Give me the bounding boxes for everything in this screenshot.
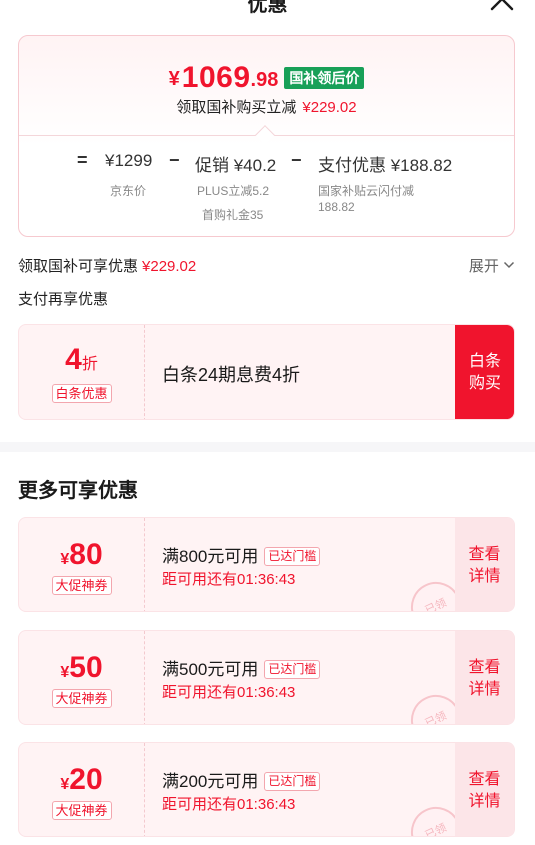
subsidy-summary: 领取国补可享优惠 ¥229.02 <box>18 255 196 276</box>
coupon-card: ¥50 大促神券 满500元可用 已达门槛 距可用还有01:36:43 已领 查看… <box>18 630 515 725</box>
coupon-currency: ¥ <box>60 551 70 568</box>
minus-sign: − <box>169 150 180 170</box>
coupon-currency: ¥ <box>60 664 70 681</box>
section-divider <box>0 442 535 452</box>
gov-subsidy-badge: 国补领后价 <box>284 67 365 89</box>
final-price-currency: ¥ <box>168 68 180 90</box>
coupon-value: ¥50 大促神券 <box>19 631 145 724</box>
promo-first-gift: 首购礼金35 <box>202 208 264 222</box>
final-price-decimal: .98 <box>250 69 279 91</box>
baitiao-discount-unit: 折 <box>81 356 98 373</box>
promo-plus-reduction: PLUS立减5.2 <box>197 184 270 198</box>
final-price: ¥ 1069 .98 国补领后价 <box>19 58 514 94</box>
coupon-condition: 满800元可用 已达门槛 <box>162 542 321 567</box>
jd-price-label: 京东价 <box>110 184 147 198</box>
coupon-tag: 大促神券 <box>51 689 112 708</box>
coupon-countdown: 距可用还有01:36:43 <box>162 571 296 588</box>
claim-row: 领取国补购买立减 ¥229.02 <box>19 96 514 117</box>
coupon-condition: 满200元可用 已达门槛 <box>162 767 321 792</box>
subsidy-summary-amount: ¥229.02 <box>142 258 197 275</box>
coupon-amount: 50 <box>69 651 103 684</box>
final-price-integer: 1069 <box>181 61 251 94</box>
coupon-card: ¥80 大促神券 满800元可用 已达门槛 距可用还有01:36:43 已领 查看… <box>18 517 515 612</box>
detail-label-1: 查看 <box>468 546 501 563</box>
baitiao-buy-button[interactable]: 白条 购买 <box>455 325 514 419</box>
price-card: ¥ 1069 .98 国补领后价 领取国补购买立减 ¥229.02 = ¥1299… <box>18 35 515 237</box>
baitiao-buy-label-2: 购买 <box>468 375 501 392</box>
threshold-reached-badge: 已达门槛 <box>264 772 321 791</box>
subsidy-summary-label: 领取国补可享优惠 <box>18 258 139 275</box>
pay-discount-amount: 188.82 <box>318 200 355 214</box>
coupon-value: ¥20 大促神券 <box>19 743 145 836</box>
detail-label-2: 详情 <box>468 793 501 810</box>
coupon-amount: 80 <box>69 538 103 571</box>
baitiao-tag: 白条优惠 <box>51 384 112 403</box>
header: 优惠 <box>0 0 535 22</box>
expand-label: 展开 <box>468 258 499 275</box>
pay-section-title: 支付再享优惠 <box>18 291 109 308</box>
equals-sign: = <box>77 150 88 170</box>
minus-sign: − <box>291 150 302 170</box>
coupon-tag: 大促神券 <box>51 576 112 595</box>
promo-value: 促销 ¥40.2 <box>195 156 277 175</box>
pay-discount-value: 支付优惠 ¥188.82 <box>318 156 453 175</box>
threshold-reached-badge: 已达门槛 <box>264 660 321 679</box>
threshold-reached-badge: 已达门槛 <box>264 547 321 566</box>
detail-label-1: 查看 <box>468 659 501 676</box>
coupon-countdown: 距可用还有01:36:43 <box>162 684 296 701</box>
baitiao-discount-number: 4 <box>65 343 82 376</box>
price-breakdown: = ¥1299 京东价 − 促销 ¥40.2 PLUS立减5.2 首购礼金35 … <box>19 150 514 230</box>
claim-amount: ¥229.02 <box>302 99 357 116</box>
more-offers-title: 更多可享优惠 <box>18 480 138 502</box>
detail-label-2: 详情 <box>468 681 501 698</box>
coupon-value: ¥80 大促神券 <box>19 518 145 611</box>
claim-label: 领取国补购买立减 <box>176 99 297 116</box>
close-icon[interactable] <box>489 0 515 16</box>
detail-label-2: 详情 <box>468 568 501 585</box>
baitiao-discount: 4折 白条优惠 <box>19 325 145 419</box>
coupon-detail-button[interactable]: 查看 详情 <box>455 743 514 836</box>
coupon-detail-button[interactable]: 查看 详情 <box>455 631 514 724</box>
coupon-detail-button[interactable]: 查看 详情 <box>455 518 514 611</box>
coupon-tag: 大促神券 <box>51 801 112 820</box>
baitiao-offer-text: 白条24期息费4折 <box>162 365 301 385</box>
coupon-card: ¥20 大促神券 满200元可用 已达门槛 距可用还有01:36:43 已领 查看… <box>18 742 515 837</box>
pointer-notch <box>255 125 275 145</box>
page-title: 优惠 <box>247 0 288 16</box>
baitiao-buy-label-1: 白条 <box>468 353 501 370</box>
jd-price: ¥1299 <box>105 151 153 170</box>
coupon-condition-text: 满500元可用 <box>162 660 259 679</box>
coupon-condition-text: 满200元可用 <box>162 772 259 791</box>
detail-label-1: 查看 <box>468 771 501 788</box>
coupon-amount: 20 <box>69 763 103 796</box>
coupon-condition-text: 满800元可用 <box>162 547 259 566</box>
coupon-currency: ¥ <box>60 776 70 793</box>
pay-discount-desc: 国家补贴云闪付减 <box>318 184 415 198</box>
expand-button[interactable]: 展开 <box>469 255 515 276</box>
coupon-condition: 满500元可用 已达门槛 <box>162 655 321 680</box>
coupon-countdown: 距可用还有01:36:43 <box>162 796 296 813</box>
chevron-down-icon <box>503 261 515 269</box>
baitiao-offer-card: 4折 白条优惠 白条24期息费4折 白条 购买 <box>18 324 515 420</box>
